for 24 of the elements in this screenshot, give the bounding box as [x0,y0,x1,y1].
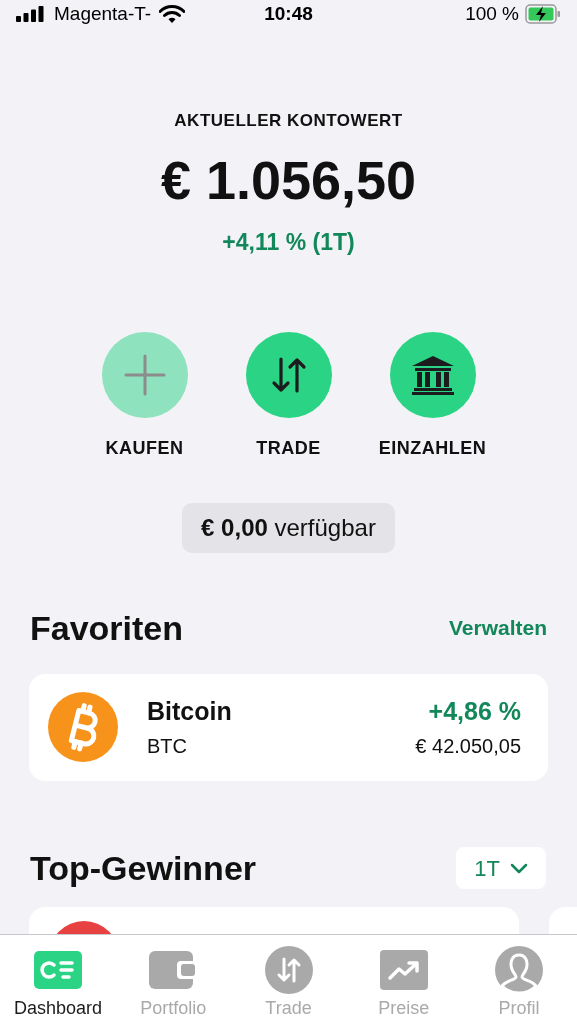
price-change: +4,86 % [428,696,521,728]
balance-change: +4,11 % (1T) [222,228,355,257]
battery-percentage: 100 % [465,2,519,26]
balance-label: AKTUELLER KONTOWERT [174,109,403,132]
manage-link[interactable]: Verwalten [448,612,547,644]
coin-symbol: BTC [147,733,188,759]
available-balance-badge: € 0,00 verfügbar [182,502,395,553]
section-title: Favoriten [30,607,184,649]
section-title: Top-Gewinner [30,847,257,889]
tab-bar-item[interactable]: Trade [238,935,339,1024]
favorite-card[interactable]: Bitcoin BTC +4,86 % € 42.050,05 [29,673,548,781]
tab-bar-item[interactable]: Portfolio [123,935,224,1024]
action-label: KAUFEN [105,436,184,460]
carrier-name: Magenta-T- [54,2,152,26]
tab-bar-item[interactable]: Preise [353,935,454,1024]
balance-amount: € 1.056,50 [160,150,417,210]
tab-bar-item[interactable]: Dashboard [8,935,108,1024]
clock-time: 10:48 [264,3,313,24]
coin-name: Bitcoin [147,696,233,728]
action-label: TRADE [256,436,321,460]
coin-price: € 42.050,05 [415,733,521,759]
tab-bar-item[interactable]: Profil [469,935,569,1024]
action-label: EINZAHLEN [378,436,487,460]
period-dropdown[interactable]: 1T [456,847,546,889]
